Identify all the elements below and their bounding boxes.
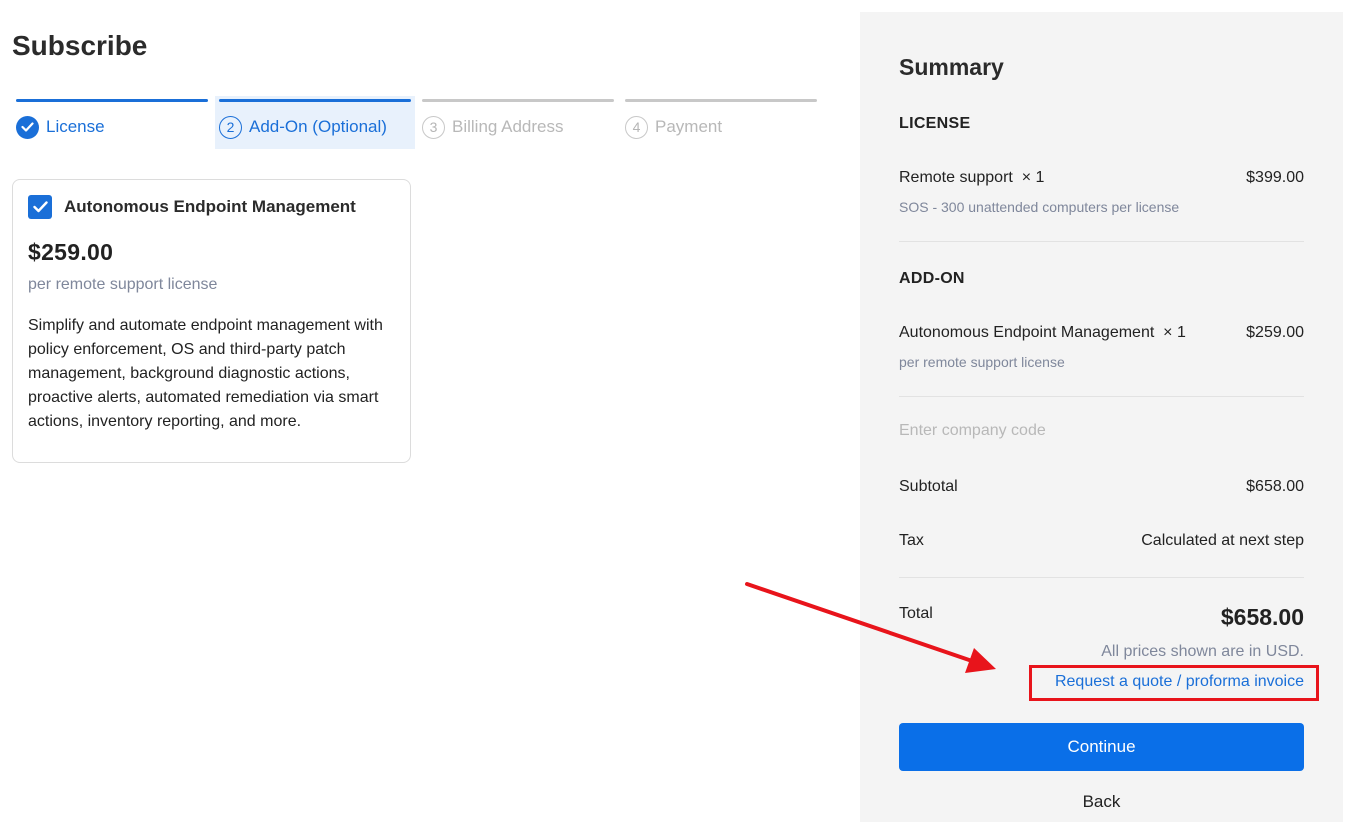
total-label: Total xyxy=(899,605,933,622)
addon-section-heading: ADD-ON xyxy=(899,270,965,287)
annotation-highlight-box xyxy=(1029,665,1319,701)
addon-price: $259.00 xyxy=(28,239,114,265)
step-number: 2 xyxy=(219,115,242,139)
checkmark-icon xyxy=(32,201,48,213)
tax-label: Tax xyxy=(899,532,924,549)
step-label: Payment xyxy=(655,117,723,136)
addon-title: Autonomous Endpoint Management xyxy=(64,197,356,216)
license-item-detail: SOS - 300 unattended computers per licen… xyxy=(899,199,1180,215)
addon-unit: per remote support license xyxy=(28,276,218,293)
addon-checkbox[interactable] xyxy=(28,195,52,219)
summary-panel: Summary LICENSE Remote support × 1 $399.… xyxy=(860,12,1343,822)
step-progress-bar xyxy=(625,99,817,102)
license-line-item: Remote support × 1 $399.00 xyxy=(899,169,1304,187)
divider xyxy=(899,577,1304,578)
license-item-name: Remote support xyxy=(899,169,1013,186)
step-number: 4 xyxy=(625,115,648,139)
step-number: 3 xyxy=(422,115,445,139)
step-label: Add-On (Optional) xyxy=(249,117,387,136)
license-section-heading: LICENSE xyxy=(899,115,971,132)
step-label: Billing Address xyxy=(452,117,564,136)
back-button[interactable]: Back xyxy=(899,790,1304,814)
step-payment[interactable]: 4 Payment xyxy=(621,96,821,149)
page-title: Subscribe xyxy=(12,30,148,61)
divider xyxy=(899,396,1304,397)
addon-item-qty: × 1 xyxy=(1163,324,1186,341)
subtotal-row: Subtotal $658.00 xyxy=(899,478,1304,496)
tax-row: Tax Calculated at next step xyxy=(899,532,1304,550)
divider xyxy=(899,241,1304,242)
license-item-price: $399.00 xyxy=(1246,169,1304,186)
total-value: $658.00 xyxy=(1220,604,1304,630)
company-code-input[interactable] xyxy=(899,422,1304,440)
license-item-qty: × 1 xyxy=(1021,169,1045,186)
addon-item-name: Autonomous Endpoint Management xyxy=(899,324,1155,341)
step-progress-bar xyxy=(16,99,208,102)
continue-button[interactable]: Continue xyxy=(899,723,1304,771)
addon-card: Autonomous Endpoint Management $259.00 p… xyxy=(12,179,411,463)
step-add-on[interactable]: 2 Add-On (Optional) xyxy=(215,96,415,149)
subtotal-label: Subtotal xyxy=(899,478,958,495)
step-license[interactable]: License xyxy=(12,96,212,149)
addon-line-item: Autonomous Endpoint Management × 1 $259.… xyxy=(899,324,1304,342)
currency-note: All prices shown are in USD. xyxy=(1101,643,1304,660)
step-billing-address[interactable]: 3 Billing Address xyxy=(418,96,618,149)
step-progress-bar xyxy=(219,99,411,102)
step-progress-bar xyxy=(422,99,614,102)
tax-value: Calculated at next step xyxy=(1141,532,1304,549)
step-label: License xyxy=(46,117,105,136)
addon-item-price: $259.00 xyxy=(1246,324,1304,341)
check-circle-icon xyxy=(16,115,39,139)
addon-item-detail: per remote support license xyxy=(899,354,1065,370)
subtotal-value: $658.00 xyxy=(1246,478,1304,495)
addon-description: Simplify and automate endpoint managemen… xyxy=(28,317,383,430)
stepper: License 2 Add-On (Optional) 3 Billing Ad… xyxy=(12,96,820,149)
summary-title: Summary xyxy=(899,54,1004,80)
